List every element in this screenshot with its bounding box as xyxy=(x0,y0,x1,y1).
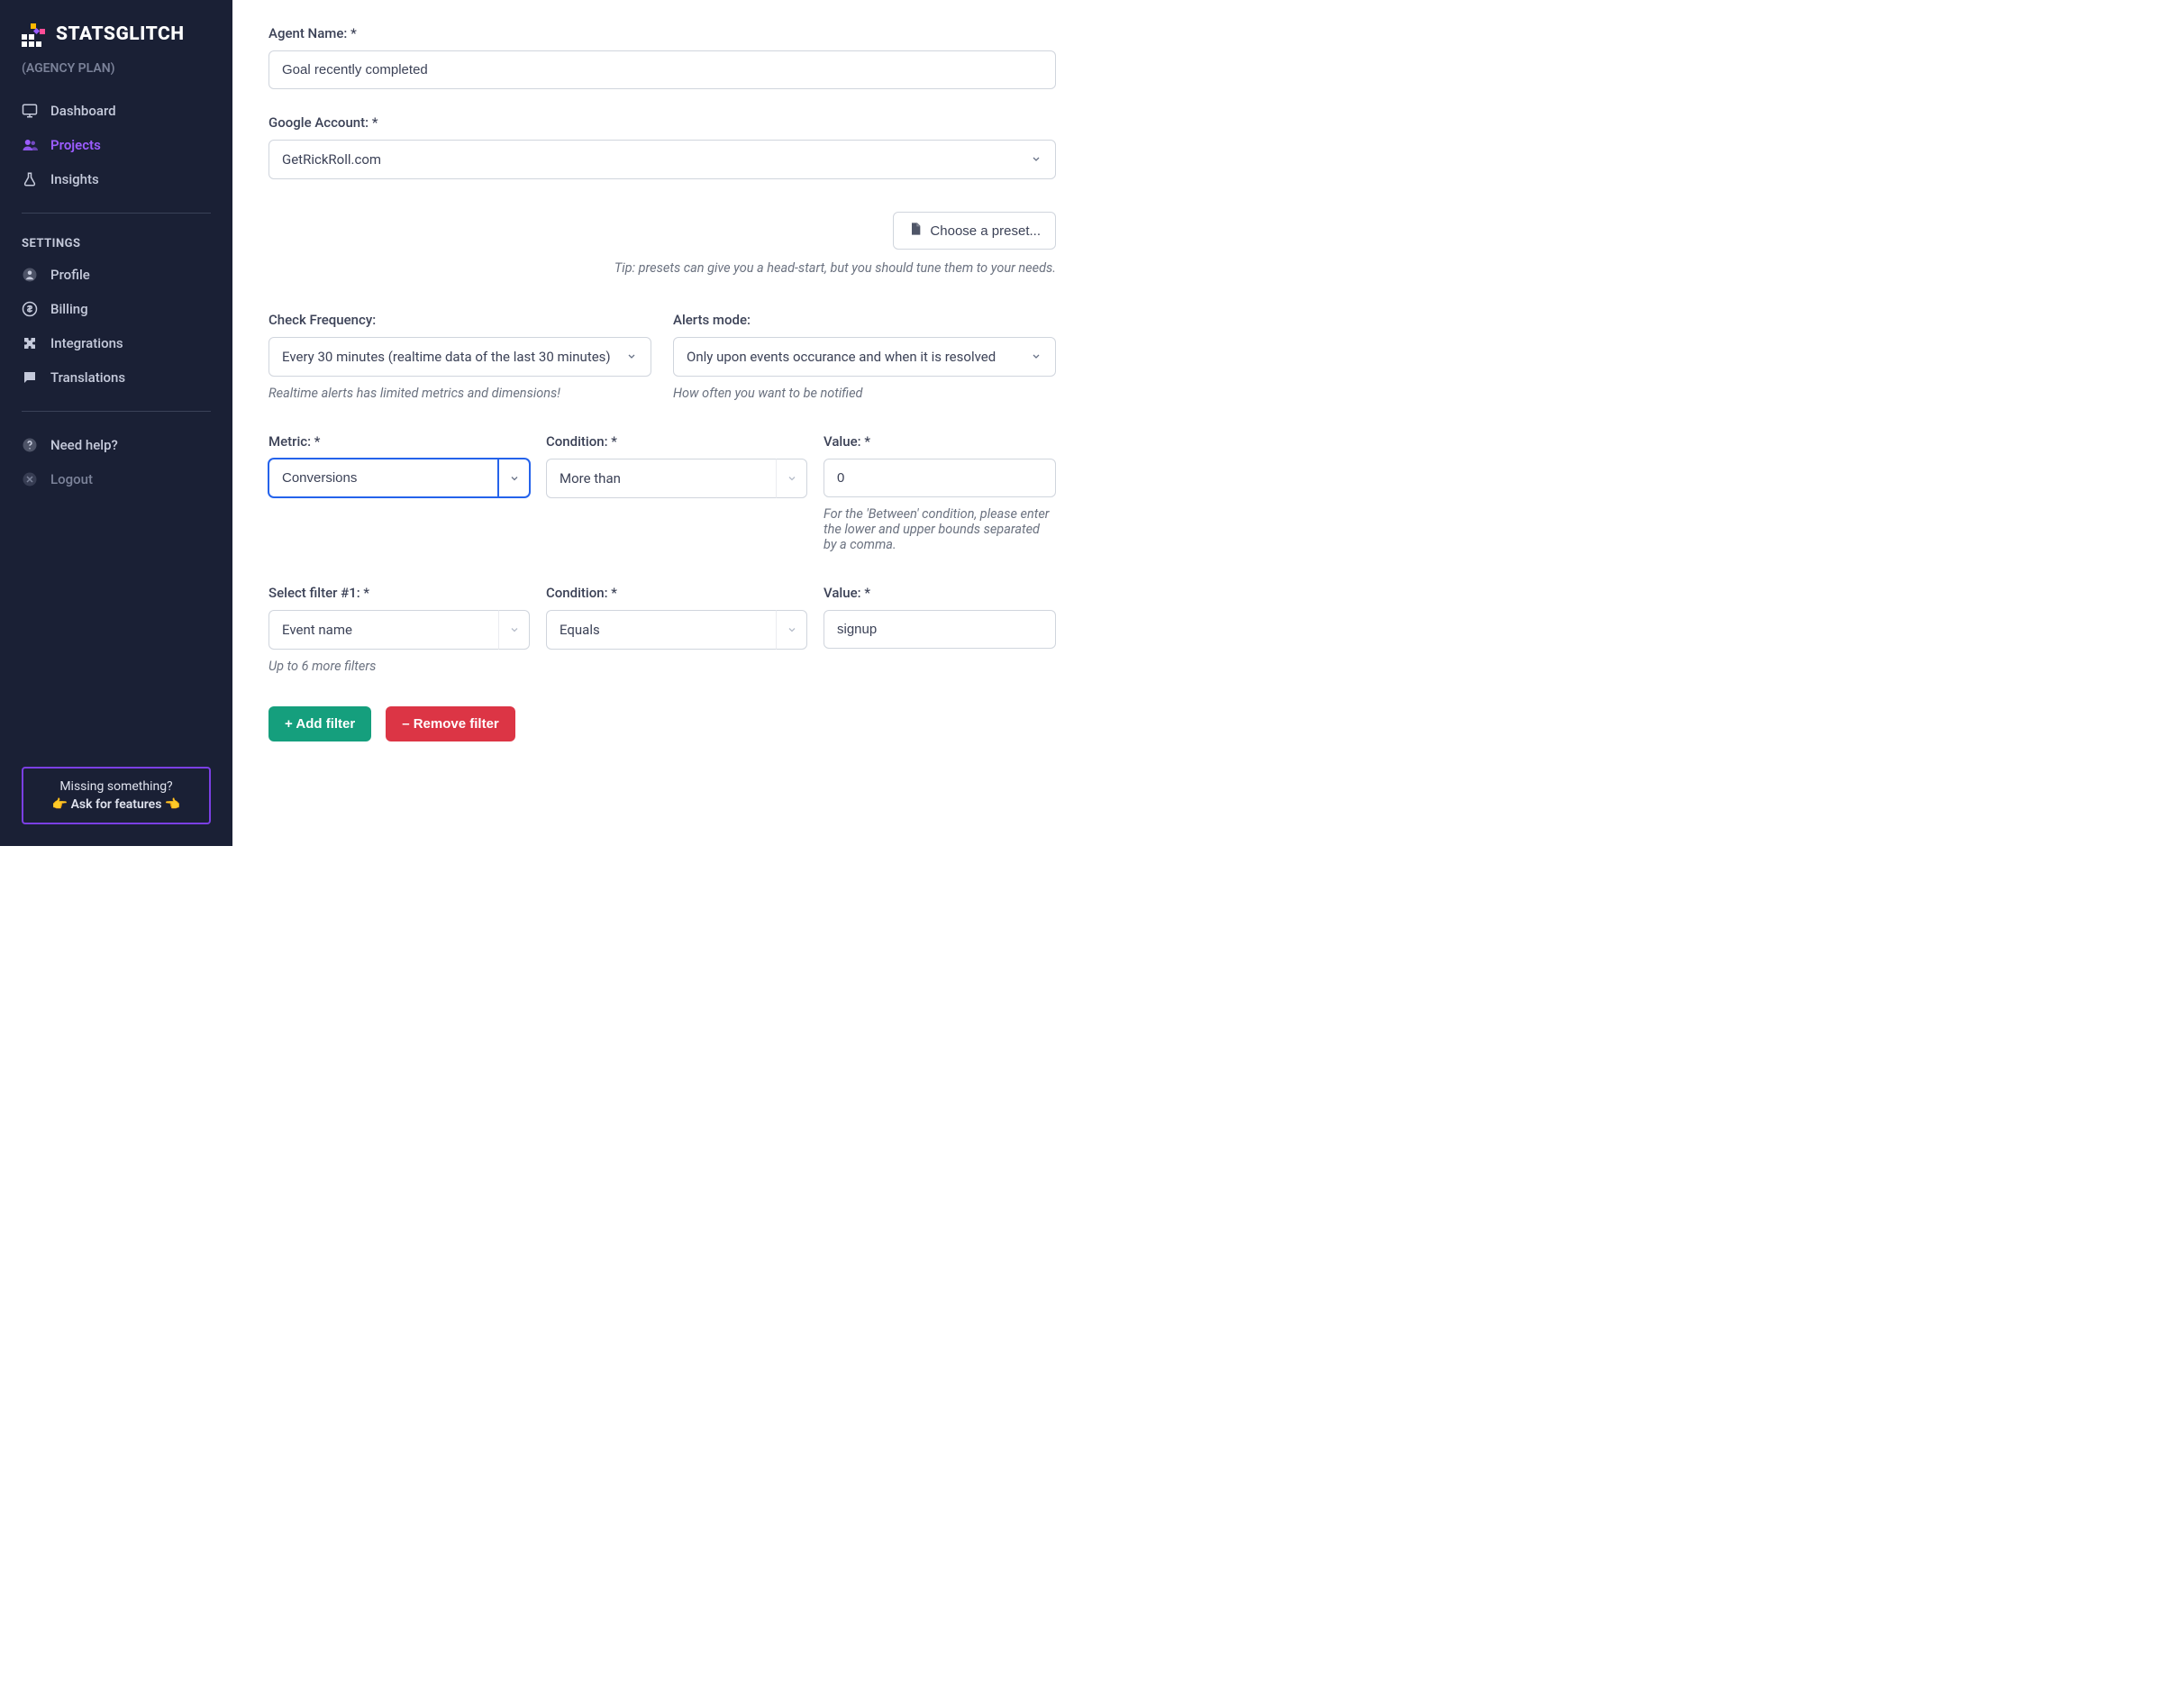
settings-title: SETTINGS xyxy=(0,230,232,258)
remove-filter-button[interactable]: – Remove filter xyxy=(386,706,515,741)
filter1-dropdown-button[interactable] xyxy=(498,610,530,650)
divider xyxy=(22,213,211,214)
condition-dropdown-button[interactable] xyxy=(776,459,807,498)
filter1-condition-select[interactable]: Equals xyxy=(546,610,807,650)
check-frequency-select[interactable]: Every 30 minutes (realtime data of the l… xyxy=(268,337,651,377)
preset-tip: Tip: presets can give you a head-start, … xyxy=(614,260,1056,276)
value-input[interactable] xyxy=(824,459,1056,497)
chat-icon xyxy=(22,369,38,386)
sidebar-item-help[interactable]: Need help? xyxy=(0,428,232,462)
alerts-mode-label: Alerts mode: xyxy=(673,312,1056,328)
sidebar-item-dashboard[interactable]: Dashboard xyxy=(0,94,232,128)
check-frequency-hint: Realtime alerts has limited metrics and … xyxy=(268,386,651,401)
close-circle-icon xyxy=(22,471,38,487)
user-circle-icon xyxy=(22,267,38,283)
agent-name-input[interactable] xyxy=(268,50,1056,89)
filter1-condition-label: Condition: * xyxy=(546,585,807,601)
sidebar: STATSGLITCH (AGENCY PLAN) Dashboard Proj… xyxy=(0,0,232,846)
sidebar-item-projects[interactable]: Projects xyxy=(0,128,232,162)
add-filter-button[interactable]: + Add filter xyxy=(268,706,371,741)
condition-value[interactable]: More than xyxy=(546,459,776,498)
filter1-value-display[interactable]: Event name xyxy=(268,610,498,650)
condition-select[interactable]: More than xyxy=(546,459,807,498)
choose-preset-button[interactable]: Choose a preset... xyxy=(893,212,1056,250)
filter1-condition-display[interactable]: Equals xyxy=(546,610,776,650)
sidebar-item-label: Logout xyxy=(50,471,93,487)
filter1-select[interactable]: Event name xyxy=(268,610,530,650)
sidebar-item-insights[interactable]: Insights xyxy=(0,162,232,196)
sidebar-item-label: Profile xyxy=(50,267,90,283)
google-account-select[interactable]: GetRickRoll.com xyxy=(268,140,1056,179)
filter1-condition-dropdown-button[interactable] xyxy=(776,610,807,650)
check-frequency-label: Check Frequency: xyxy=(268,312,651,328)
sidebar-item-logout[interactable]: Logout xyxy=(0,462,232,496)
metric-input[interactable] xyxy=(268,459,498,497)
sidebar-item-label: Need help? xyxy=(50,437,118,453)
document-icon xyxy=(908,222,923,240)
main-content: Agent Name: * Google Account: * GetRickR… xyxy=(232,0,1092,846)
sidebar-item-label: Translations xyxy=(50,369,125,386)
agent-name-label: Agent Name: * xyxy=(268,25,1056,41)
sidebar-item-label: Billing xyxy=(50,301,88,317)
feature-box-line1: Missing something? xyxy=(32,779,200,794)
puzzle-icon xyxy=(22,335,38,351)
filter1-value-input[interactable] xyxy=(824,610,1056,649)
sidebar-item-translations[interactable]: Translations xyxy=(0,360,232,395)
flask-icon xyxy=(22,171,38,187)
feature-box-line2: 👉 Ask for features 👈 xyxy=(32,797,200,812)
metric-select[interactable] xyxy=(268,459,530,497)
sidebar-item-profile[interactable]: Profile xyxy=(0,258,232,292)
feature-request-box[interactable]: Missing something? 👉 Ask for features 👈 xyxy=(22,767,211,824)
users-icon xyxy=(22,137,38,153)
sidebar-item-billing[interactable]: Billing xyxy=(0,292,232,326)
dollar-circle-icon xyxy=(22,301,38,317)
sidebar-item-label: Dashboard xyxy=(50,103,116,119)
filter1-value-label: Value: * xyxy=(824,585,1056,601)
monitor-icon xyxy=(22,103,38,119)
divider xyxy=(22,411,211,412)
filter-hint: Up to 6 more filters xyxy=(268,659,530,674)
metric-label: Metric: * xyxy=(268,433,530,450)
brand-name: STATSGLITCH xyxy=(56,23,185,45)
sidebar-item-label: Insights xyxy=(50,171,99,187)
help-circle-icon xyxy=(22,437,38,453)
value-label: Value: * xyxy=(824,433,1056,450)
logo-icon xyxy=(22,22,47,47)
sidebar-item-label: Integrations xyxy=(50,335,123,351)
sidebar-item-label: Projects xyxy=(50,137,101,153)
condition-label: Condition: * xyxy=(546,433,807,450)
alerts-mode-select[interactable]: Only upon events occurance and when it i… xyxy=(673,337,1056,377)
plan-label: (AGENCY PLAN) xyxy=(0,54,232,94)
metric-dropdown-button[interactable] xyxy=(498,459,530,497)
alerts-mode-hint: How often you want to be notified xyxy=(673,386,1056,401)
value-hint: For the 'Between' condition, please ente… xyxy=(824,506,1056,552)
sidebar-item-integrations[interactable]: Integrations xyxy=(0,326,232,360)
filter1-label: Select filter #1: * xyxy=(268,585,530,601)
choose-preset-label: Choose a preset... xyxy=(930,223,1041,239)
google-account-label: Google Account: * xyxy=(268,114,1056,131)
logo: STATSGLITCH xyxy=(0,22,232,54)
